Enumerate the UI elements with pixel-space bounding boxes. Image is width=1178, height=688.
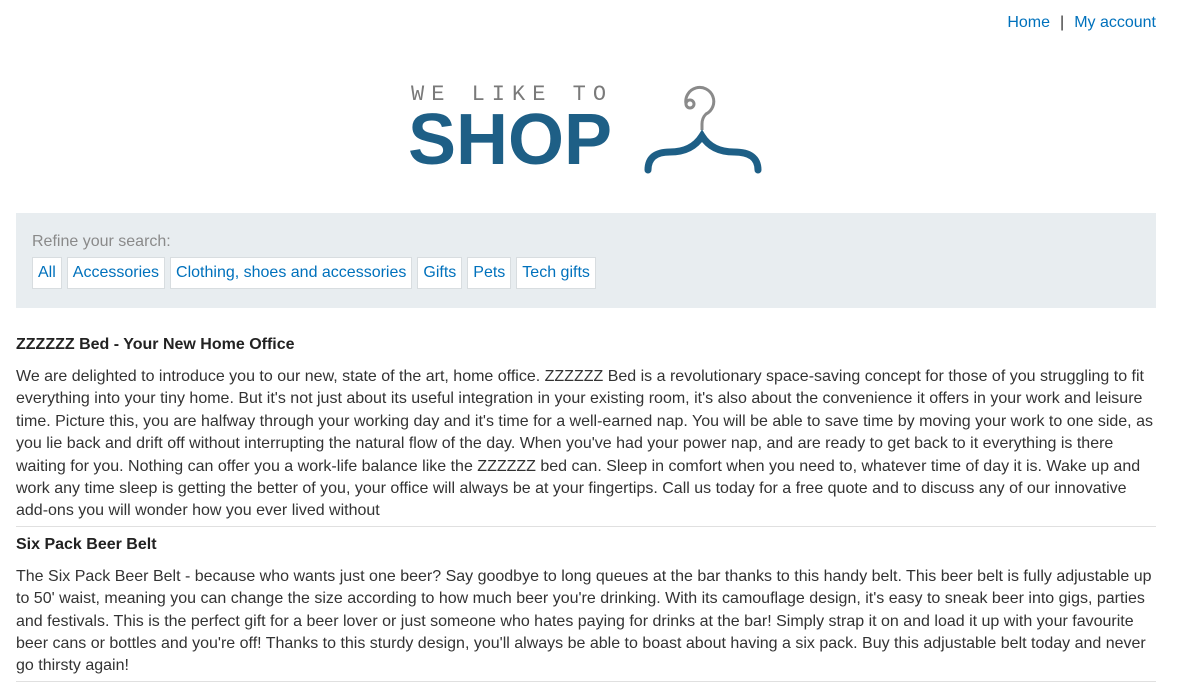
filter-all[interactable]: All [32,257,62,289]
product-title[interactable]: Six Pack Beer Belt [16,533,1156,557]
filter-accessories[interactable]: Accessories [66,257,166,289]
filter-pets[interactable]: Pets [467,257,512,289]
home-link[interactable]: Home [1007,14,1050,32]
top-nav: Home | My account [1007,14,1156,32]
product-description: The Six Pack Beer Belt - because who wan… [16,567,1152,675]
filter-label: Refine your search: [32,233,171,250]
my-account-link[interactable]: My account [1074,14,1156,32]
logo-wordmark: SHOP [408,100,613,180]
product-title[interactable]: ZZZZZZ Bed - Your New Home Office [16,333,1156,357]
product-item: ZZZZZZ Bed - Your New Home Office We are… [16,333,1156,527]
filter-tech-gifts[interactable]: Tech gifts [516,257,596,289]
product-item: Six Pack Beer Belt The Six Pack Beer Bel… [16,533,1156,682]
filter-clothing[interactable]: Clothing, shoes and accessories [170,257,413,289]
filter-list: All Accessories Clothing, shoes and acce… [32,257,1140,289]
site-logo[interactable]: WE LIKE TO SHOP [408,82,768,182]
product-list: ZZZZZZ Bed - Your New Home Office We are… [16,333,1156,688]
product-description: We are delighted to introduce you to our… [16,368,1153,520]
hanger-icon [644,85,762,174]
filter-gifts[interactable]: Gifts [417,257,463,289]
nav-separator: | [1060,14,1065,31]
filter-panel: Refine your search: All Accessories Clot… [16,213,1156,308]
